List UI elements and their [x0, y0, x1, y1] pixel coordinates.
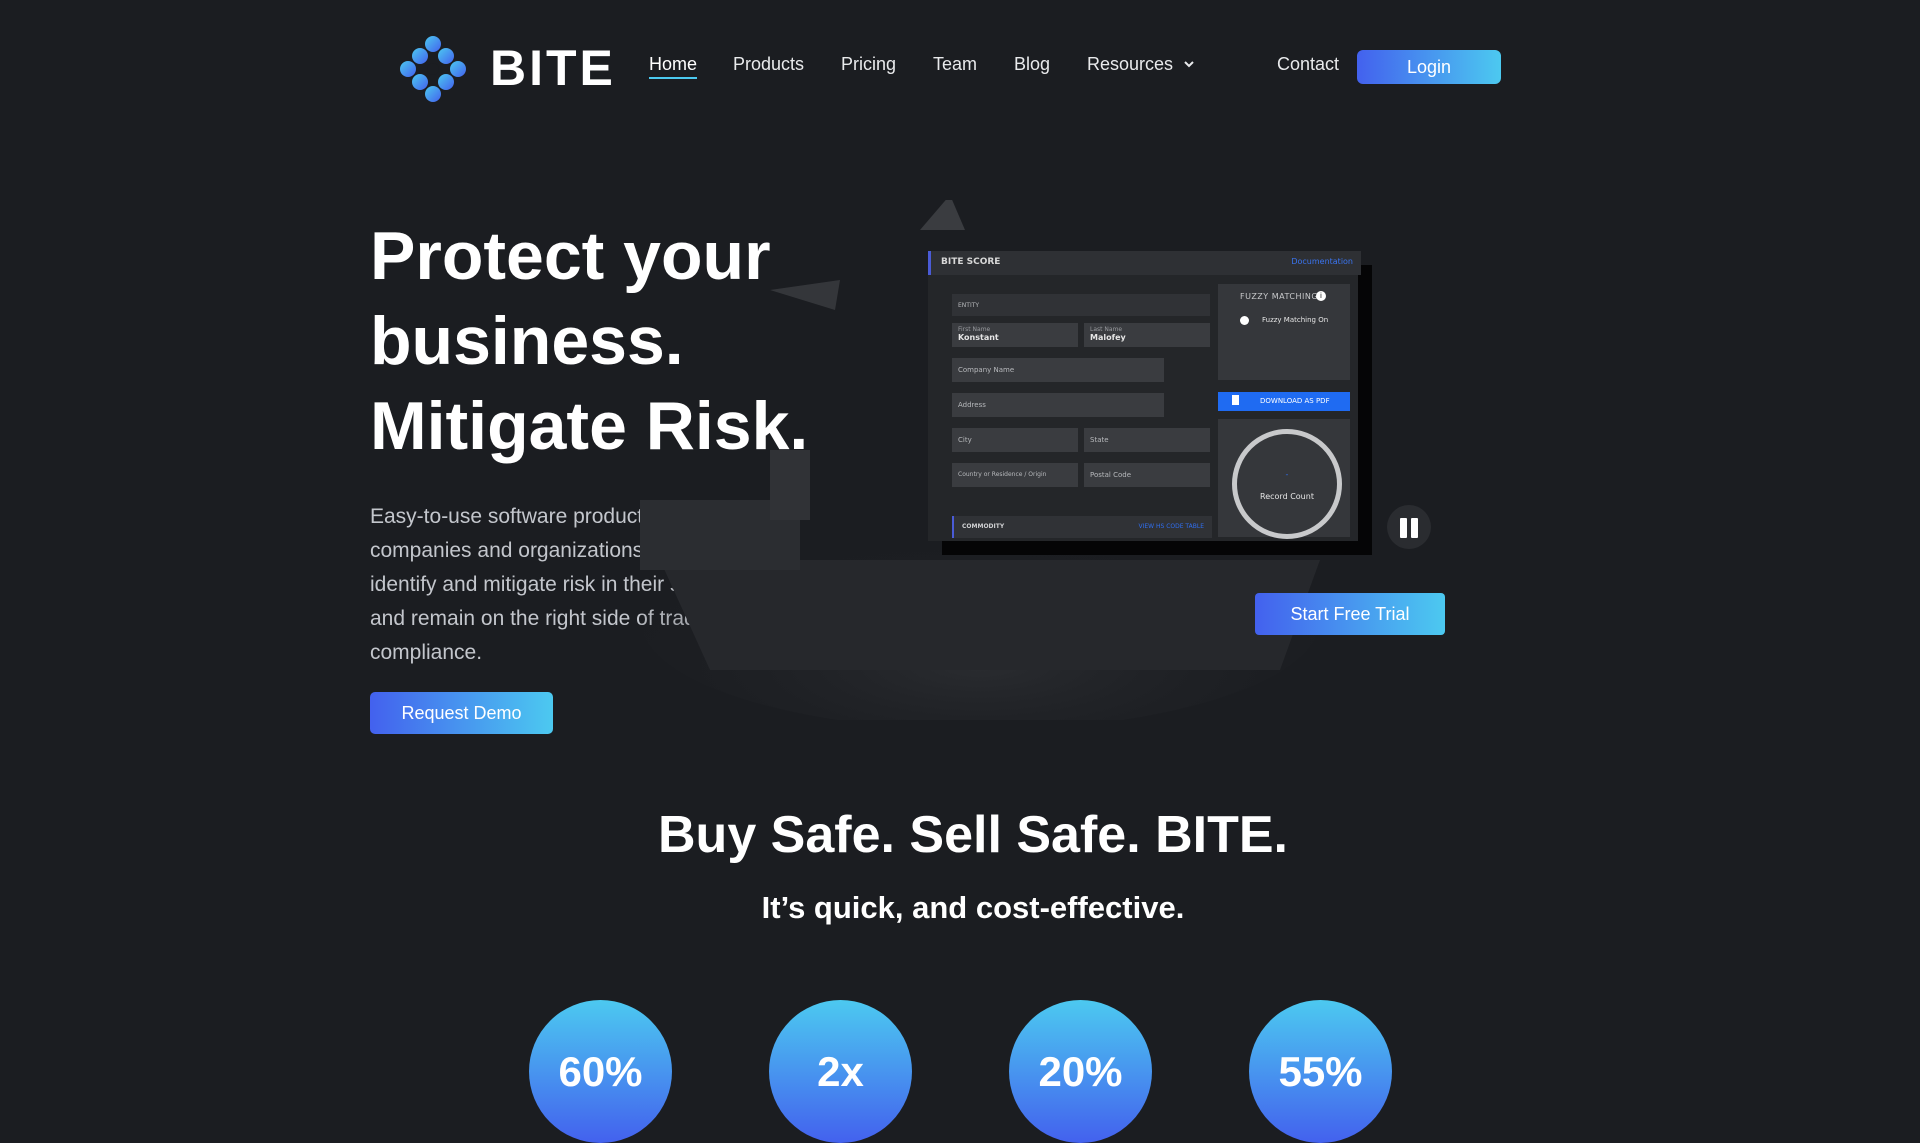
- state-field[interactable]: State: [1084, 428, 1210, 452]
- last-name-field[interactable]: Last Name Malofey: [1084, 323, 1210, 347]
- login-button[interactable]: Login: [1357, 50, 1501, 84]
- nav-products[interactable]: Products: [733, 53, 804, 75]
- record-count-label: Record Count: [1260, 492, 1314, 501]
- stat-value-4: 55%: [1278, 1048, 1363, 1095]
- bite-logo-icon[interactable]: [398, 34, 468, 104]
- first-name-label: First Name: [958, 326, 991, 333]
- fuzzy-matching-on-label: Fuzzy Matching On: [1262, 316, 1329, 324]
- postal-code-placeholder: Postal Code: [1090, 471, 1132, 479]
- pause-icon[interactable]: [1387, 505, 1431, 549]
- subtagline: It’s quick, and cost-effective.: [761, 890, 1185, 925]
- pause-bar-right: [1411, 518, 1418, 538]
- document-icon: [1232, 395, 1239, 405]
- nav-home[interactable]: Home: [649, 53, 698, 79]
- stat-value-1: 60%: [558, 1048, 643, 1095]
- record-count-value: -: [1285, 470, 1289, 479]
- brand-name[interactable]: BITE: [490, 40, 616, 96]
- stat-value-3: 20%: [1038, 1048, 1123, 1095]
- chevron-down-icon[interactable]: [1183, 58, 1195, 70]
- nav-pricing[interactable]: Pricing: [841, 53, 896, 75]
- last-name-label: Last Name: [1090, 326, 1123, 333]
- info-icon: i: [1316, 291, 1326, 301]
- download-pdf-button[interactable]: DOWNLOAD AS PDF: [1218, 392, 1350, 411]
- company-name-placeholder: Company Name: [958, 366, 1015, 374]
- record-count-ring: - Record Count: [1232, 429, 1342, 539]
- nav-team[interactable]: Team: [933, 53, 977, 75]
- download-pdf-label: DOWNLOAD AS PDF: [1260, 397, 1330, 405]
- last-name-value: Malofey: [1090, 333, 1126, 342]
- nav-blog[interactable]: Blog: [1014, 53, 1050, 75]
- stat-circle-4: 55%: [1249, 1000, 1392, 1143]
- city-placeholder: City: [958, 436, 972, 444]
- documentation-link[interactable]: Documentation: [1291, 257, 1353, 266]
- view-code-table-link[interactable]: VIEW HS CODE TABLE: [1138, 523, 1204, 530]
- city-field[interactable]: City: [952, 428, 1078, 452]
- entity-section: ENTITY: [952, 294, 1210, 316]
- stat-circle-2: 2x: [769, 1000, 912, 1143]
- fuzzy-matching-radio[interactable]: [1240, 316, 1249, 325]
- company-name-field[interactable]: Company Name: [952, 358, 1164, 382]
- start-free-trial-button[interactable]: Start Free Trial: [1255, 593, 1445, 635]
- nav-contact[interactable]: Contact: [1277, 53, 1339, 75]
- stat-circle-1: 60%: [529, 1000, 672, 1143]
- request-demo-button[interactable]: Request Demo: [370, 692, 553, 734]
- fuzzy-matching-box: FUZZY MATCHING i Fuzzy Matching On: [1218, 284, 1350, 380]
- bite-score-preview: BITE SCORE Documentation ENTITY First Na…: [928, 251, 1361, 541]
- stat-value-2: 2x: [817, 1048, 864, 1095]
- postal-code-field[interactable]: Postal Code: [1084, 463, 1210, 487]
- preview-title: BITE SCORE: [941, 257, 1001, 267]
- pause-bar-left: [1400, 518, 1407, 538]
- nav-resources[interactable]: Resources: [1087, 53, 1173, 75]
- entity-label: ENTITY: [958, 302, 980, 309]
- record-count-box: - Record Count: [1218, 419, 1350, 539]
- country-placeholder: Country or Residence / Origin: [958, 471, 1047, 478]
- stat-circle-3: 20%: [1009, 1000, 1152, 1143]
- fuzzy-matching-title: FUZZY MATCHING: [1240, 292, 1319, 301]
- tagline: Buy Safe. Sell Safe. BITE.: [658, 806, 1288, 864]
- commodity-label: COMMODITY: [962, 523, 1005, 530]
- country-field[interactable]: Country or Residence / Origin: [952, 463, 1078, 487]
- commodity-section: COMMODITY VIEW HS CODE TABLE: [952, 516, 1212, 538]
- address-placeholder: Address: [958, 401, 986, 409]
- first-name-field[interactable]: First Name Konstant: [952, 323, 1078, 347]
- first-name-value: Konstant: [958, 333, 999, 342]
- address-field[interactable]: Address: [952, 393, 1164, 417]
- preview-header: BITE SCORE Documentation: [928, 251, 1361, 275]
- state-placeholder: State: [1090, 436, 1109, 444]
